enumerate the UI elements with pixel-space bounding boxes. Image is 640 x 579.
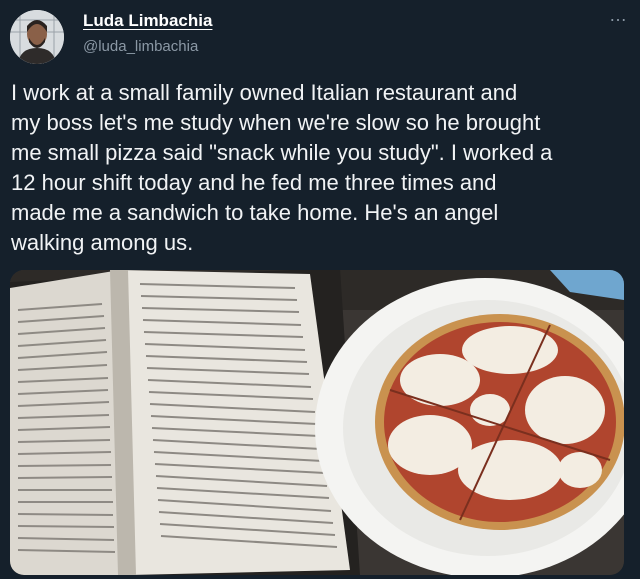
tweet-text: I work at a small family owned Italian r… [11, 80, 553, 255]
tweet-card: Luda Limbachia @luda_limbachia … I work … [0, 0, 640, 579]
author-avatar[interactable] [10, 10, 64, 64]
author-display-name[interactable]: Luda Limbachia [83, 11, 212, 31]
author-handle[interactable]: @luda_limbachia [83, 38, 198, 55]
photo-book-and-pizza [10, 270, 624, 575]
tweet-photo[interactable] [10, 270, 624, 575]
user-avatar-icon [10, 10, 64, 64]
more-options-icon[interactable]: … [609, 6, 628, 24]
